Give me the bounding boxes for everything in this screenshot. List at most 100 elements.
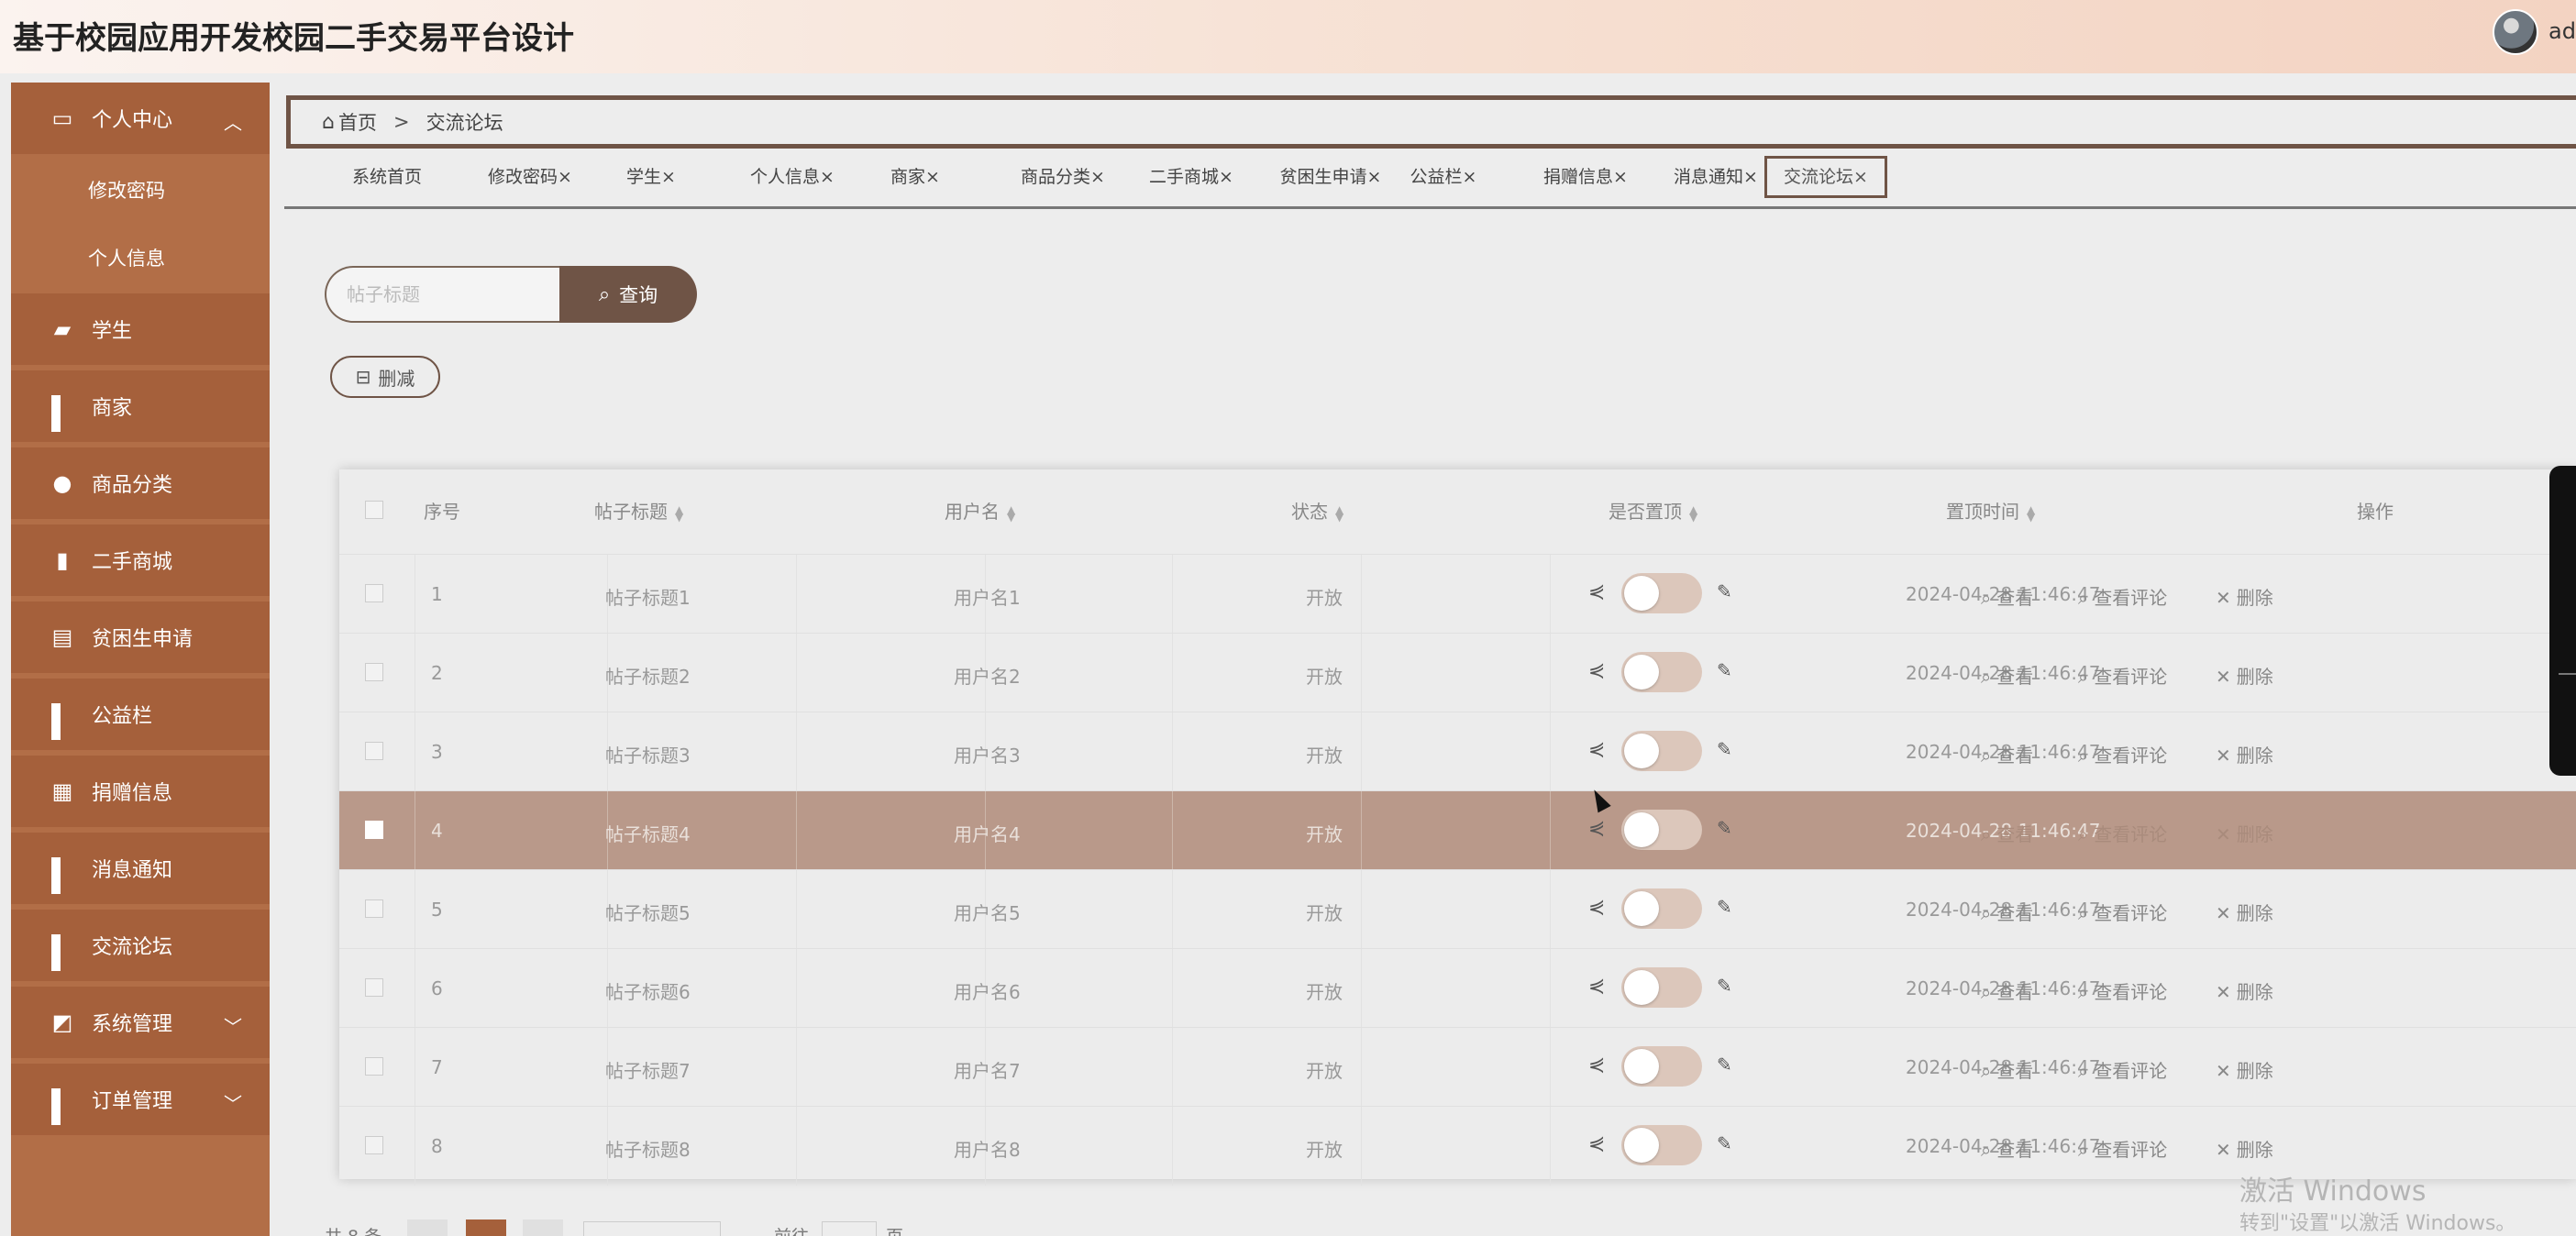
view-comments-button[interactable]: ⌕ 查看评论 <box>2078 820 2167 846</box>
share-icon[interactable]: ⋞ <box>1588 896 1605 919</box>
pin-toggle[interactable] <box>1621 967 1702 1008</box>
tab-students[interactable]: 学生× <box>614 156 688 198</box>
home-icon[interactable]: ⌂ <box>322 111 335 134</box>
delete-row-button[interactable]: ✕ 删除 <box>2216 899 2273 925</box>
view-comments-button[interactable]: ⌕ 查看评论 <box>2078 1056 2167 1083</box>
sidebar-item-charity[interactable]: 公益栏 <box>11 679 270 750</box>
share-icon[interactable]: ⋞ <box>1588 580 1605 603</box>
pager-page-1[interactable] <box>466 1219 506 1236</box>
table-row[interactable]: 2 帖子标题2 用户名2 开放 ⋞ ✎ 2024-04-28 11:46:47 ⌕ 查看 ⌕ 查看评… <box>339 633 2576 712</box>
table-row[interactable]: 5 帖子标题5 用户名5 开放 ⋞ ✎ 2024-04-28 11:46:47 ⌕ 查看 ⌕ 查看评… <box>339 869 2576 949</box>
tab-notifications[interactable]: 消息通知× <box>1656 156 1775 198</box>
view-button[interactable]: ⌕ 查看 <box>1981 583 2033 610</box>
search-button[interactable]: ⌕ 查询 <box>559 266 697 323</box>
sort-icon[interactable]: ▲ ▼ <box>675 504 683 523</box>
view-comments-button[interactable]: ⌕ 查看评论 <box>2078 977 2167 1004</box>
sort-icon[interactable]: ▲ ▼ <box>1689 504 1697 523</box>
table-row[interactable]: 1 帖子标题1 用户名1 开放 ⋞ ✎ 2024-04-28 11:46:47 ⌕ 查看 ⌕ 查看评… <box>339 554 2576 634</box>
sidebar-item-mall[interactable]: ▮ 二手商城 <box>11 524 270 596</box>
view-comments-button[interactable]: ⌕ 查看评论 <box>2078 741 2167 767</box>
edit-icon[interactable]: ✎ <box>1717 817 1732 839</box>
sort-icon[interactable]: ▲ ▼ <box>2027 504 2035 523</box>
floating-side-panel[interactable] <box>2549 466 2576 776</box>
search-input[interactable] <box>325 266 559 323</box>
delete-row-button[interactable]: ✕ 删除 <box>2216 1056 2273 1083</box>
view-button[interactable]: ⌕ 查看 <box>1981 662 2033 689</box>
table-row[interactable]: 4 帖子标题4 用户名4 开放 ⋞ ✎ 2024-04-28 11:46:47 ⌕ 查看 ⌕ 查看评… <box>339 790 2576 870</box>
pin-toggle[interactable] <box>1621 1046 1702 1087</box>
delete-row-button[interactable]: ✕ 删除 <box>2216 583 2273 610</box>
delete-row-button[interactable]: ✕ 删除 <box>2216 741 2273 767</box>
sidebar-item-orders[interactable]: 订单管理 ﹀ <box>11 1064 270 1135</box>
tab-charity[interactable]: 公益栏× <box>1398 156 1489 198</box>
tab-forum[interactable]: 交流论坛× <box>1764 156 1887 198</box>
view-comments-button[interactable]: ⌕ 查看评论 <box>2078 899 2167 925</box>
sidebar-subitem-personal-info[interactable]: 个人信息 <box>11 224 270 292</box>
col-header-status[interactable]: 状态 ▲ ▼ <box>1291 497 1343 524</box>
delete-row-button[interactable]: ✕ 删除 <box>2216 662 2273 689</box>
tab-merchants[interactable]: 商家× <box>879 156 952 198</box>
avatar[interactable] <box>2493 9 2538 55</box>
pin-toggle[interactable] <box>1621 652 1702 692</box>
sidebar-subitem-change-password[interactable]: 修改密码 <box>11 156 270 224</box>
sidebar-item-students[interactable]: ▰ 学生 <box>11 293 270 365</box>
pager-next-button[interactable] <box>523 1219 563 1236</box>
sidebar-item-donations[interactable]: ▦ 捐赠信息 <box>11 756 270 827</box>
edit-icon[interactable]: ✎ <box>1717 580 1732 602</box>
sort-icon[interactable]: ▲ ▼ <box>1007 504 1015 523</box>
breadcrumb-home[interactable]: 首页 <box>338 108 377 136</box>
col-header-title[interactable]: 帖子标题 ▲ ▼ <box>594 497 683 524</box>
table-row[interactable]: 6 帖子标题6 用户名6 开放 ⋞ ✎ 2024-04-28 11:46:47 ⌕ 查看 ⌕ 查看评… <box>339 948 2576 1028</box>
share-icon[interactable]: ⋞ <box>1588 975 1605 998</box>
share-icon[interactable]: ⋞ <box>1588 738 1605 761</box>
sidebar-item-categories[interactable]: ● 商品分类 <box>11 447 270 519</box>
row-checkbox[interactable] <box>365 1136 383 1154</box>
view-button[interactable]: ⌕ 查看 <box>1981 741 2033 767</box>
row-checkbox[interactable] <box>365 821 383 839</box>
edit-icon[interactable]: ✎ <box>1717 1054 1732 1076</box>
pin-toggle[interactable] <box>1621 1125 1702 1165</box>
col-header-user[interactable]: 用户名 ▲ ▼ <box>945 497 1015 524</box>
sidebar-item-merchants[interactable]: 商家 <box>11 370 270 442</box>
row-checkbox[interactable] <box>365 663 383 681</box>
delete-row-button[interactable]: ✕ 删除 <box>2216 977 2273 1004</box>
view-button[interactable]: ⌕ 查看 <box>1981 899 2033 925</box>
row-checkbox[interactable] <box>365 584 383 602</box>
delete-row-button[interactable]: ✕ 删除 <box>2216 1135 2273 1162</box>
table-row[interactable]: 3 帖子标题3 用户名3 开放 ⋞ ✎ 2024-04-28 11:46:47 ⌕ 查看 ⌕ 查看评… <box>339 712 2576 791</box>
tab-home[interactable]: 系统首页 <box>332 156 442 198</box>
table-row[interactable]: 7 帖子标题7 用户名7 开放 ⋞ ✎ 2024-04-28 11:46:47 ⌕ 查看 ⌕ 查看评… <box>339 1027 2576 1107</box>
tab-personal-info[interactable]: 个人信息× <box>737 156 847 198</box>
tab-donations[interactable]: 捐赠信息× <box>1526 156 1645 198</box>
col-header-pinned[interactable]: 是否置顶 ▲ ▼ <box>1609 497 1697 524</box>
bulk-delete-button[interactable]: ⊟ 删减 <box>330 356 440 398</box>
view-button[interactable]: ⌕ 查看 <box>1981 1135 2033 1162</box>
pager-prev-button[interactable] <box>407 1219 448 1236</box>
tab-poverty-apply[interactable]: 贫困生申请× <box>1262 156 1399 198</box>
select-all-checkbox[interactable] <box>365 501 383 519</box>
edit-icon[interactable]: ✎ <box>1717 738 1732 760</box>
edit-icon[interactable]: ✎ <box>1717 659 1732 681</box>
sidebar-item-notifications[interactable]: 消息通知 <box>11 833 270 904</box>
view-button[interactable]: ⌕ 查看 <box>1981 1056 2033 1083</box>
sidebar-item-poverty-apply[interactable]: ▤ 贫困生申请 <box>11 601 270 673</box>
share-icon[interactable]: ⋞ <box>1588 817 1605 840</box>
row-checkbox[interactable] <box>365 899 383 918</box>
edit-icon[interactable]: ✎ <box>1717 975 1732 997</box>
sidebar-item-personal-center[interactable]: ▭ 个人中心 ︿ <box>11 83 270 154</box>
sidebar-item-forum[interactable]: 交流论坛 <box>11 910 270 981</box>
tab-categories[interactable]: 商品分类× <box>1003 156 1122 198</box>
share-icon[interactable]: ⋞ <box>1588 659 1605 682</box>
edit-icon[interactable]: ✎ <box>1717 1132 1732 1154</box>
view-button[interactable]: ⌕ 查看 <box>1981 820 2033 846</box>
share-icon[interactable]: ⋞ <box>1588 1054 1605 1076</box>
pager-size-select[interactable] <box>583 1221 721 1236</box>
pin-toggle[interactable] <box>1621 731 1702 771</box>
pin-toggle[interactable] <box>1621 573 1702 613</box>
edit-icon[interactable]: ✎ <box>1717 896 1732 918</box>
user-name[interactable]: admin <box>2548 18 2576 44</box>
sort-icon[interactable]: ▲ ▼ <box>1335 504 1343 523</box>
view-button[interactable]: ⌕ 查看 <box>1981 977 2033 1004</box>
tab-change-password[interactable]: 修改密码× <box>475 156 585 198</box>
delete-row-button[interactable]: ✕ 删除 <box>2216 820 2273 846</box>
